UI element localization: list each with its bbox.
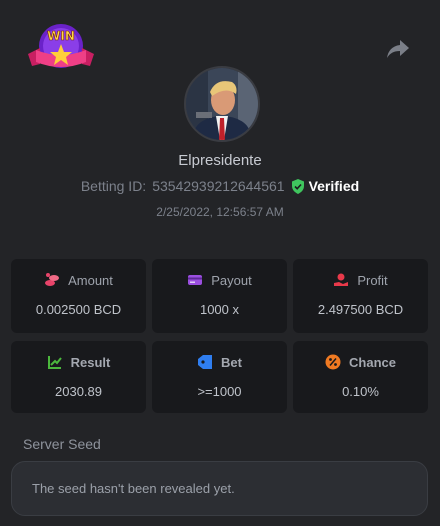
verified-label: Verified xyxy=(308,178,360,194)
bet-timestamp: 2/25/2022, 12:56:57 AM xyxy=(156,205,284,219)
stat-label: Amount xyxy=(68,272,113,288)
card-icon xyxy=(188,275,203,285)
stat-value: 2.497500 BCD xyxy=(317,302,404,317)
stat-value: 2030.89 xyxy=(55,384,102,399)
stat-card-result: Result 2030.89 xyxy=(11,341,146,413)
stat-value: 1000 x xyxy=(199,302,240,317)
betting-id-row: Betting ID: 53542939212644561 Verified xyxy=(0,178,440,194)
chart-icon xyxy=(47,356,62,369)
stat-value: 0.10% xyxy=(342,384,379,399)
stat-label: Result xyxy=(70,354,111,370)
win-logo: WIN xyxy=(24,20,98,78)
betting-id-label: Betting ID: xyxy=(80,178,147,194)
server-seed-field: The seed hasn't been revealed yet. xyxy=(11,461,428,516)
avatar xyxy=(184,66,260,142)
stat-label: Payout xyxy=(211,272,252,288)
username: Elpresidente xyxy=(178,152,262,169)
hand-coin-icon xyxy=(334,273,349,286)
stat-card-amount: Amount 0.002500 BCD xyxy=(11,259,146,333)
stat-card-profit: Profit 2.497500 BCD xyxy=(293,259,428,333)
verified-badge: Verified xyxy=(291,178,360,194)
stat-value: >=1000 xyxy=(197,384,242,399)
stat-label: Bet xyxy=(221,354,242,370)
stat-card-payout: Payout 1000 x xyxy=(152,259,287,333)
shield-check-icon xyxy=(291,178,304,194)
stat-value: 0.002500 BCD xyxy=(35,302,122,317)
stat-card-bet: Bet >=1000 xyxy=(152,341,287,413)
coins-icon xyxy=(45,273,60,286)
stat-card-chance: Chance 0.10% xyxy=(293,341,428,413)
share-button[interactable] xyxy=(386,38,410,60)
server-seed-label: Server Seed xyxy=(23,436,101,452)
tag-icon xyxy=(198,355,213,369)
stat-label: Profit xyxy=(357,272,388,288)
stat-label: Chance xyxy=(349,354,396,370)
betting-id-value: 53542939212644561 xyxy=(152,178,285,194)
share-icon xyxy=(387,40,409,58)
percent-icon xyxy=(325,354,341,370)
win-logo-text: WIN xyxy=(47,29,75,43)
bet-stats-grid: Amount 0.002500 BCD Payout 1000 x Profit… xyxy=(11,259,429,413)
server-seed-message: The seed hasn't been revealed yet. xyxy=(32,481,235,496)
